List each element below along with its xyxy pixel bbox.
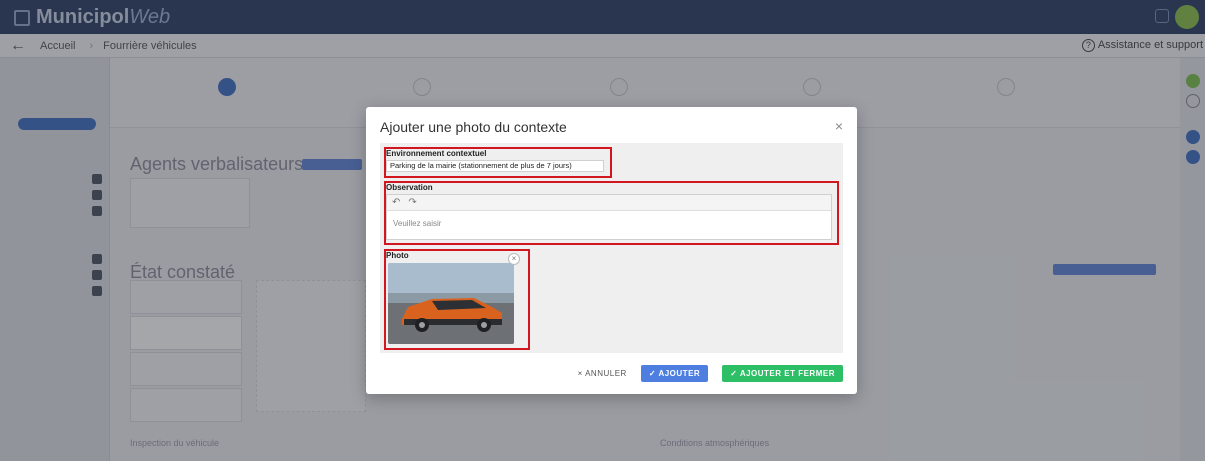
undo-icon[interactable]: ↶ [392,197,400,208]
dialog-footer: × ANNULER ✓ AJOUTER ✓ AJOUTER ET FERMER [578,365,843,382]
close-icon[interactable]: × [835,118,843,134]
car-photo-icon [388,263,514,344]
observation-field: Observation ↶ ↷ Veuillez saisir [386,183,836,243]
add-button[interactable]: ✓ AJOUTER [640,365,709,382]
redo-icon[interactable]: ↷ [408,197,416,208]
photo-thumbnail[interactable] [388,263,514,344]
cancel-button[interactable]: × ANNULER [578,369,627,378]
add-photo-dialog: Ajouter une photo du contexte × Environn… [366,107,857,394]
observation-label: Observation [386,183,433,192]
environment-label: Environnement contextuel [386,149,487,158]
dialog-title: Ajouter une photo du contexte [380,119,567,135]
environment-select[interactable]: Parking de la mairie (stationnement de p… [386,160,604,172]
observation-editor[interactable]: ↶ ↷ Veuillez saisir [386,194,832,240]
photo-label: Photo [386,251,409,260]
observation-textarea[interactable]: Veuillez saisir [387,211,831,228]
add-and-close-button[interactable]: ✓ AJOUTER ET FERMER [722,365,843,382]
dialog-body: Environnement contextuel Parking de la m… [380,143,843,353]
photo-field: Photo × [386,251,526,347]
environment-field: Environnement contextuel Parking de la m… [386,149,608,177]
editor-toolbar: ↶ ↷ [387,195,831,211]
remove-photo-icon[interactable]: × [508,253,520,265]
